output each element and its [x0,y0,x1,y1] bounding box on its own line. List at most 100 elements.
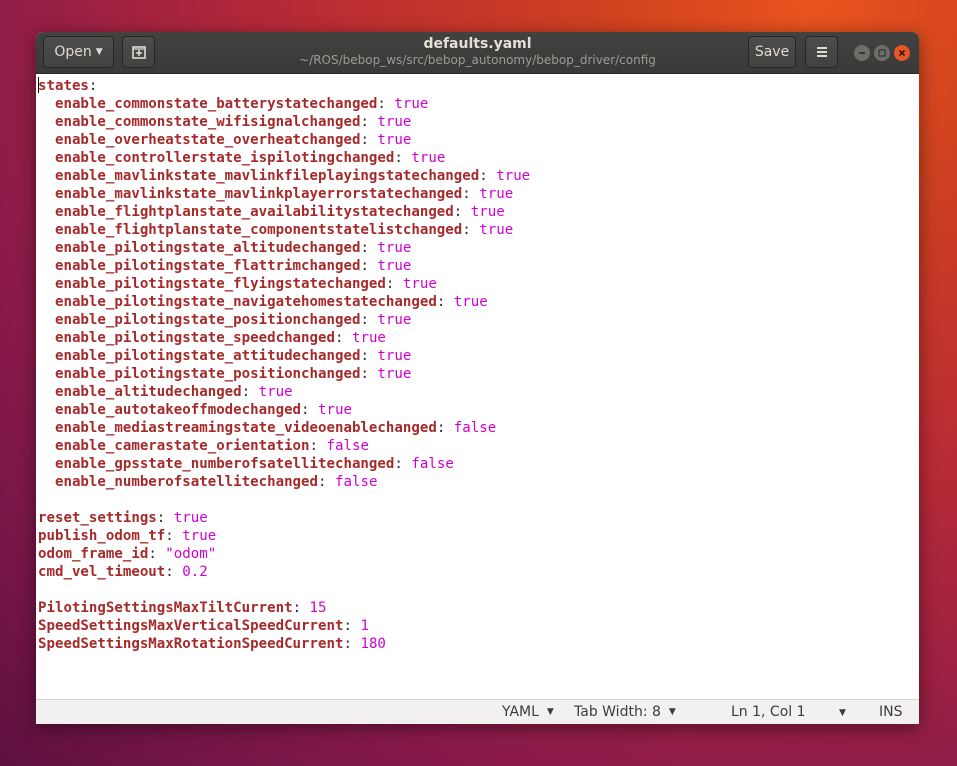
code-line: PilotingSettingsMaxTiltCurrent: 15 [38,599,919,617]
yaml-colon: : [309,438,327,454]
gedit-window: Open ▼ defaults.yaml ~/ROS/bebop_ws/src/… [36,32,919,724]
yaml-key: enable_pilotingstate_positionchanged [38,366,361,382]
yaml-value: true [318,402,352,418]
yaml-value: true [182,528,217,544]
yaml-colon: : [360,348,378,364]
yaml-colon: : [318,474,335,490]
code-line: enable_pilotingstate_attitudechanged: tr… [38,347,919,365]
yaml-value: true [377,132,412,148]
yaml-colon: : [88,78,106,94]
code-line: enable_pilotingstate_altitudechanged: tr… [38,239,919,257]
close-button[interactable] [894,45,910,61]
language-selector[interactable]: YAML ▼ [502,704,554,720]
yaml-colon: : [436,420,454,436]
code-line: enable_pilotingstate_positionchanged: tr… [38,365,919,383]
yaml-value: true [377,240,412,256]
yaml-value: 15 [309,600,327,616]
code-line: enable_mediastreamingstate_videoenablech… [38,419,919,437]
code-line: enable_camerastate_orientation: false [38,437,919,455]
yaml-key: enable_overheatstate_overheatchanged [38,132,361,148]
code-line: enable_altitudechanged: true [38,383,919,401]
text-cursor [38,77,39,93]
code-line: enable_numberofsatellitechanged: false [38,473,919,491]
yaml-colon: : [360,240,378,256]
yaml-colon: : [479,168,497,184]
yaml-key: enable_controllerstate_ispilotingchanged [38,150,395,166]
yaml-value: true [470,204,505,220]
yaml-value: true [377,312,412,328]
code-line: enable_pilotingstate_flattrimchanged: tr… [38,257,919,275]
yaml-key: enable_pilotingstate_speedchanged [38,330,335,346]
header-bar: Open ▼ defaults.yaml ~/ROS/bebop_ws/src/… [36,32,919,74]
code-line: enable_flightplanstate_availabilitystate… [38,203,919,221]
yaml-value: 180 [360,636,386,652]
cursor-position[interactable]: Ln 1, Col 1 [731,704,806,720]
yaml-value: true [377,114,412,130]
yaml-key: publish_odom_tf [38,528,166,544]
yaml-key: enable_gpsstate_numberofsatellitechanged [38,456,395,472]
yaml-key: enable_pilotingstate_altitudechanged [38,240,361,256]
yaml-colon: : [148,546,166,562]
insert-mode-indicator[interactable]: INS [879,704,903,720]
yaml-colon: : [165,564,183,580]
yaml-colon: : [334,330,352,346]
new-tab-icon [131,46,146,59]
code-line: enable_mavlinkstate_mavlinkfileplayingst… [38,167,919,185]
code-line: enable_commonstate_wifisignalchanged: tr… [38,113,919,131]
code-line: enable_overheatstate_overheatchanged: tr… [38,131,919,149]
yaml-value: true [453,294,488,310]
yaml-key: enable_pilotingstate_attitudechanged [38,348,361,364]
yaml-key: SpeedSettingsMaxRotationSpeedCurrent [38,636,344,652]
code-line: enable_pilotingstate_flyingstatechanged:… [38,275,919,293]
yaml-value: false [411,456,454,472]
yaml-colon: : [453,204,471,220]
yaml-colon: : [360,132,378,148]
yaml-key: enable_pilotingstate_flattrimchanged [38,258,361,274]
code-line: enable_pilotingstate_speedchanged: true [38,329,919,347]
yaml-key: enable_commonstate_batterystatechanged [38,96,378,112]
caret-down-icon[interactable]: ▼ [839,708,846,718]
cursor-position-label: Ln 1, Col 1 [731,704,806,720]
yaml-key: enable_flightplanstate_componentstatelis… [38,222,463,238]
menu-button[interactable] [805,36,838,68]
code-line: reset_settings: true [38,509,919,527]
code-line: enable_mavlinkstate_mavlinkplayerrorstat… [38,185,919,203]
yaml-value: true [258,384,293,400]
code-line: SpeedSettingsMaxRotationSpeedCurrent: 18… [38,635,919,653]
yaml-key: reset_settings [38,510,157,526]
yaml-key: SpeedSettingsMaxVerticalSpeedCurrent [38,618,344,634]
code-line: enable_pilotingstate_positionchanged: tr… [38,311,919,329]
code-line: enable_autotakeoffmodechanged: true [38,401,919,419]
yaml-colon: : [377,96,395,112]
yaml-colon: : [165,528,183,544]
maximize-button[interactable] [874,45,890,61]
new-tab-button[interactable] [122,36,155,68]
yaml-value: true [377,258,412,274]
tab-width-selector[interactable]: Tab Width: 8 ▼ [574,704,676,720]
yaml-key: states [38,78,89,94]
code-line: SpeedSettingsMaxVerticalSpeedCurrent: 1 [38,617,919,635]
yaml-value: false [453,420,497,436]
save-button-label: Save [754,44,790,60]
yaml-colon: : [241,384,259,400]
status-bar: YAML ▼ Tab Width: 8 ▼ Ln 1, Col 1 ▼ INS [36,699,919,724]
code-line: enable_pilotingstate_navigatehomestatech… [38,293,919,311]
text-editor[interactable]: states: enable_commonstate_batterystatec… [36,74,919,699]
yaml-value: true [377,366,412,382]
yaml-colon: : [462,186,480,202]
minimize-button[interactable] [854,45,870,61]
code-line: enable_flightplanstate_componentstatelis… [38,221,919,239]
yaml-value: true [479,186,514,202]
open-button[interactable]: Open ▼ [43,36,114,68]
language-label: YAML [502,704,539,720]
yaml-value: 0.2 [182,564,208,580]
save-button[interactable]: Save [748,36,796,68]
tab-width-label: Tab Width: 8 [574,704,661,720]
yaml-value: 1 [360,618,369,634]
yaml-colon: : [394,456,412,472]
caret-down-icon: ▼ [668,707,676,717]
yaml-colon: : [436,294,454,310]
yaml-colon: : [292,600,310,616]
